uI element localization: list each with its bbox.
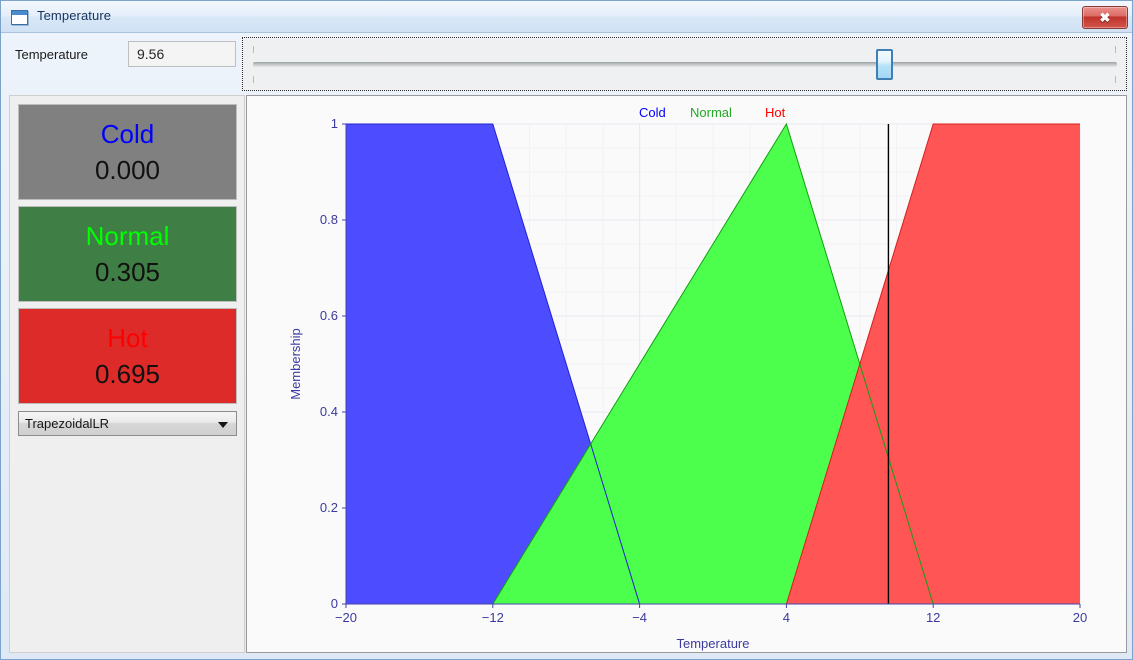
window-title: Temperature xyxy=(37,8,112,23)
svg-text:20: 20 xyxy=(1073,610,1087,625)
legend-item-hot: Hot xyxy=(765,105,786,120)
membership-card-normal-name: Normal xyxy=(85,221,170,251)
slider-tick xyxy=(253,76,254,83)
membership-card-normal: Normal 0.305 xyxy=(18,206,237,302)
membership-card-hot: Hot 0.695 xyxy=(18,308,237,404)
svg-text:−12: −12 xyxy=(482,610,504,625)
membership-card-cold-value: 0.000 xyxy=(94,155,161,185)
membership-chart-panel: −20 −12 −4 4 12 20 0 0.2 0.4 0.6 0.8 1 Temperature Me… xyxy=(246,95,1127,653)
membership-panel: Cold 0.000 Normal 0.305 Hot 0.695 Trapez… xyxy=(9,95,245,653)
svg-text:0.2: 0.2 xyxy=(320,500,338,515)
svg-text:12: 12 xyxy=(926,610,940,625)
svg-text:−20: −20 xyxy=(335,610,357,625)
shape-select[interactable]: TrapezoidalLR xyxy=(18,411,237,436)
svg-text:1: 1 xyxy=(331,116,338,131)
membership-card-cold-name: Cold xyxy=(100,119,155,149)
close-button[interactable]: ✖ xyxy=(1082,6,1128,29)
temperature-row: Temperature 9.56 xyxy=(9,41,237,71)
slider-tick xyxy=(1115,76,1116,83)
svg-text:4: 4 xyxy=(783,610,790,625)
temperature-slider-panel[interactable] xyxy=(242,37,1127,91)
application-window: Temperature ✖ Temperature 9.56 Cold 0.00… xyxy=(0,0,1133,660)
svg-text:Temperature: Temperature xyxy=(677,636,750,651)
svg-text:0.4: 0.4 xyxy=(320,404,338,419)
membership-chart: −20 −12 −4 4 12 20 0 0.2 0.4 0.6 0.8 1 Temperature Me… xyxy=(288,116,1087,651)
title-bar: Temperature ✖ xyxy=(1,1,1132,33)
window-icon xyxy=(11,10,28,25)
slider-tick xyxy=(253,46,254,53)
svg-text:0: 0 xyxy=(331,596,338,611)
temperature-value-field[interactable]: 9.56 xyxy=(128,41,236,67)
chevron-down-icon xyxy=(218,422,228,428)
svg-text:−4: −4 xyxy=(632,610,647,625)
slider-thumb[interactable] xyxy=(876,49,893,80)
membership-card-hot-value: 0.695 xyxy=(94,359,161,389)
membership-card-hot-name: Hot xyxy=(107,323,148,353)
membership-card-normal-value: 0.305 xyxy=(94,257,161,287)
legend-item-normal: Normal xyxy=(690,105,732,120)
svg-text:0.6: 0.6 xyxy=(320,308,338,323)
slider-tick xyxy=(1115,46,1116,53)
temperature-label: Temperature xyxy=(15,47,88,62)
membership-card-cold: Cold 0.000 xyxy=(18,104,237,200)
slider-track[interactable] xyxy=(253,62,1117,67)
legend-item-cold: Cold xyxy=(639,105,666,120)
svg-text:0.8: 0.8 xyxy=(320,212,338,227)
svg-text:Membership: Membership xyxy=(288,328,303,400)
close-icon: ✖ xyxy=(1099,9,1111,25)
shape-select-value: TrapezoidalLR xyxy=(25,416,110,431)
